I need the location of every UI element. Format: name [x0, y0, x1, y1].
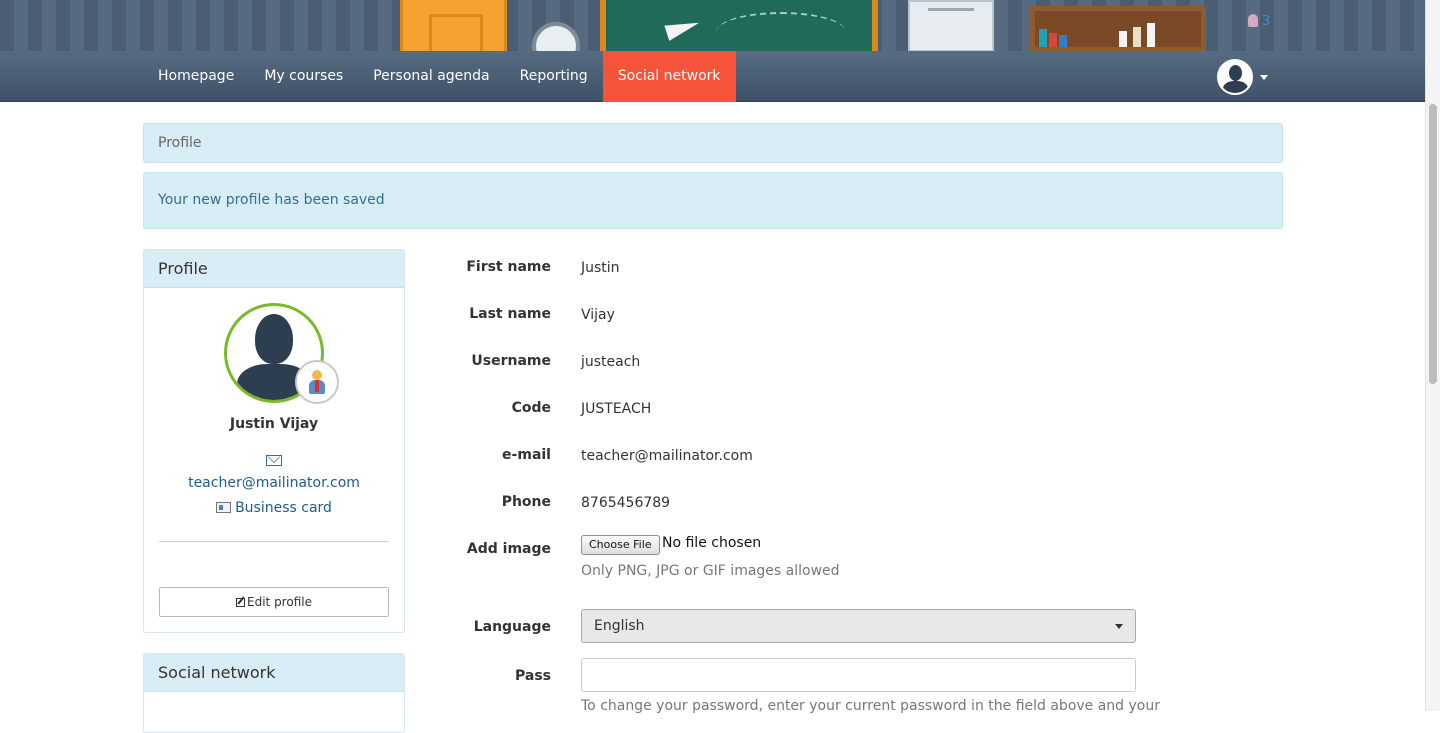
breadcrumb-current: Profile — [158, 135, 202, 151]
success-alert: Your new profile has been saved — [143, 172, 1283, 229]
user-avatar-icon — [1217, 59, 1253, 95]
banner-door-illustration — [400, 0, 507, 52]
panel-divider — [159, 541, 389, 542]
email-label: e-mail — [502, 447, 551, 463]
teacher-badge-icon — [295, 360, 339, 404]
caret-down-icon — [1260, 74, 1268, 80]
mail-icon[interactable] — [266, 455, 282, 466]
clock-icon — [532, 22, 580, 52]
pass-help-text: To change your password, enter your curr… — [581, 698, 1160, 714]
select-caret-icon — [1115, 624, 1123, 629]
alert-message: Your new profile has been saved — [158, 192, 385, 208]
business-card-link[interactable]: Business card — [144, 500, 404, 516]
pass-input[interactable] — [581, 658, 1136, 692]
page-scrollbar[interactable] — [1425, 0, 1440, 711]
profile-panel-title: Profile — [144, 250, 404, 288]
phone-value: 8765456789 — [581, 495, 671, 511]
username-value: justeach — [581, 354, 641, 370]
username-label: Username — [471, 353, 551, 369]
profile-email-link[interactable]: teacher@mailinator.com — [144, 475, 404, 491]
nav-item-my-courses[interactable]: My courses — [249, 51, 358, 102]
language-selected-value: English — [594, 618, 645, 634]
profile-name: Justin Vijay — [229, 416, 319, 432]
main-navbar: Homepage My courses Personal agenda Repo… — [0, 51, 1425, 102]
bookshelf-illustration — [1030, 6, 1206, 52]
last-name-value: Vijay — [581, 307, 615, 323]
social-network-panel: Social network — [143, 653, 405, 733]
language-label: Language — [473, 619, 551, 635]
email-value: teacher@mailinator.com — [581, 448, 753, 464]
scrollbar-thumb[interactable] — [1429, 104, 1437, 384]
social-network-panel-title: Social network — [144, 654, 404, 692]
phone-label: Phone — [501, 494, 551, 510]
add-image-label: Add image — [466, 541, 551, 557]
profile-panel: Profile Justin Vijay teacher@mailinator.… — [143, 249, 405, 633]
online-users-link[interactable]: 3 — [1248, 14, 1270, 29]
nav-item-personal-agenda[interactable]: Personal agenda — [358, 51, 504, 102]
paper-illustration — [908, 0, 994, 52]
nav-item-reporting[interactable]: Reporting — [505, 51, 603, 102]
nav-item-homepage[interactable]: Homepage — [143, 51, 249, 102]
edit-profile-label: Edit profile — [247, 595, 312, 609]
edit-profile-button[interactable]: Edit profile — [159, 587, 389, 617]
language-select[interactable]: English — [581, 609, 1136, 643]
first-name-value: Justin — [581, 260, 620, 276]
code-value: JUSTEACH — [581, 401, 652, 417]
edit-icon — [236, 598, 246, 607]
file-status: No file chosen — [662, 535, 762, 551]
first-name-label: First name — [466, 259, 551, 275]
nav-item-social-network[interactable]: Social network — [602, 51, 736, 102]
choose-file-button[interactable]: Choose File — [581, 535, 660, 555]
user-menu-toggle[interactable] — [1217, 59, 1268, 95]
chalkboard-illustration — [600, 0, 878, 52]
code-label: Code — [511, 400, 551, 416]
online-users-count: 3 — [1262, 14, 1271, 29]
business-card-icon — [216, 502, 232, 513]
paper-plane-icon — [664, 15, 702, 41]
pass-label: Pass — [515, 668, 551, 684]
business-card-label: Business card — [235, 500, 332, 516]
nav-menu: Homepage My courses Personal agenda Repo… — [143, 51, 736, 102]
user-online-icon — [1248, 14, 1258, 27]
last-name-label: Last name — [469, 306, 551, 322]
image-help-text: Only PNG, JPG or GIF images allowed — [581, 563, 840, 579]
header-banner: 3 — [0, 0, 1425, 52]
breadcrumb: Profile — [143, 123, 1283, 163]
